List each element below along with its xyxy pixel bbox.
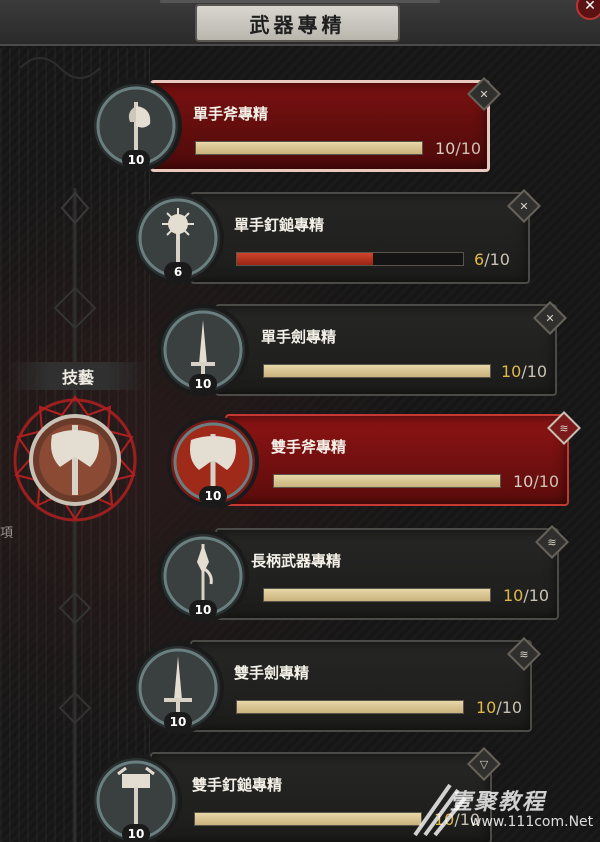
- skill-progress-bar: [236, 700, 464, 714]
- watermark: 壹聚教程 www.111com.Net: [410, 780, 600, 842]
- skill-rank-badge: 10: [122, 824, 150, 842]
- skill-icon-button[interactable]: 10: [88, 752, 184, 842]
- cup-icon: ▽: [479, 757, 489, 771]
- skill-panel[interactable]: 單手釘鎚專精 6/10: [190, 192, 530, 284]
- skill-rank-badge: 6: [164, 262, 192, 282]
- skill-progress-bar: [194, 812, 422, 826]
- skill-name: 單手釘鎚專精: [234, 216, 325, 234]
- close-icon: ✕: [584, 0, 596, 14]
- category-emblem[interactable]: [10, 395, 140, 525]
- skill-name: 單手斧專精: [193, 105, 269, 123]
- skill-icon-button[interactable]: 10: [165, 414, 261, 510]
- skill-progress-fill: [195, 813, 421, 825]
- skill-rank-max: 10: [538, 472, 560, 491]
- skill-panel[interactable]: 單手劍專精 10/10: [215, 304, 557, 396]
- skill-name: 雙手斧專精: [271, 438, 347, 456]
- skill-rank-text: 6/10: [474, 250, 510, 269]
- skill-progress-bar: [263, 588, 491, 602]
- skill-progress-fill: [264, 365, 490, 377]
- wave-icon: ≋: [559, 421, 569, 435]
- skill-icon-button[interactable]: 10: [155, 528, 251, 624]
- skill-icon-button[interactable]: 6: [130, 190, 226, 286]
- skill-rank-current: 10: [503, 586, 524, 605]
- crossed-icon: ✕: [545, 311, 555, 325]
- skill-progress-fill: [196, 142, 422, 154]
- top-banner: 武器專精: [0, 0, 600, 46]
- skill-icon-button[interactable]: 10: [130, 640, 226, 736]
- skill-name: 雙手釘鎚專精: [192, 776, 283, 794]
- skill-rank-text: 10/10: [503, 586, 549, 605]
- skill-rank-text: 10/10: [501, 362, 547, 381]
- watermark-url: www.111com.Net: [470, 814, 594, 830]
- wave-icon: ≋: [547, 535, 557, 549]
- skill-panel[interactable]: 雙手劍專精 10/10: [190, 640, 532, 732]
- skill-icon-button[interactable]: 10: [155, 302, 251, 398]
- skill-panel[interactable]: 長柄武器專精 10/10: [215, 528, 559, 620]
- skill-progress-fill: [264, 589, 490, 601]
- skill-progress-fill: [274, 475, 500, 487]
- skill-rank-current: 10: [513, 472, 534, 491]
- crossed-icon: ✕: [479, 87, 489, 101]
- skill-rank-badge: 10: [122, 150, 150, 170]
- skill-name: 長柄武器專精: [251, 552, 342, 570]
- skill-rank-current: 6: [474, 250, 485, 269]
- skill-progress-fill: [237, 253, 373, 265]
- skill-rank-badge: 10: [189, 374, 217, 394]
- skill-rank-max: 10: [489, 250, 510, 269]
- skill-rank-badge: 10: [164, 712, 192, 732]
- skill-progress-bar: [236, 252, 464, 266]
- skill-rank-max: 10: [528, 586, 550, 605]
- skill-progress-bar: [263, 364, 491, 378]
- skill-rank-max: 10: [501, 698, 523, 717]
- skill-rank-current: 10: [476, 698, 497, 717]
- skill-icon-button[interactable]: 10: [88, 78, 184, 174]
- skill-rank-text: 10/10: [476, 698, 522, 717]
- skill-rank-badge: 10: [189, 600, 217, 620]
- skill-tree-screen: 武器專精 ✕ 技藝 項 單手斧專精 10/10 ✕ 10 單手釘鎚專精 6/10 ✕ 6 單手劍…: [0, 0, 600, 842]
- skill-name: 雙手劍專精: [234, 664, 310, 682]
- skill-rank-current: 10: [501, 362, 522, 381]
- watermark-text: 壹聚教程: [450, 790, 547, 815]
- skill-progress-bar: [195, 141, 423, 155]
- skill-progress-bar: [273, 474, 501, 488]
- skill-category-label: 技藝: [8, 362, 148, 390]
- skill-panel[interactable]: 單手斧專精 10/10: [150, 80, 490, 172]
- wave-icon: ≋: [519, 647, 529, 661]
- skill-rank-current: 10: [435, 139, 456, 158]
- skill-rank-text: 10/10: [513, 472, 559, 491]
- skill-rank-max: 10: [526, 362, 548, 381]
- skill-rank-badge: 10: [199, 486, 227, 506]
- page-title: 武器專精: [195, 4, 400, 42]
- skill-progress-fill: [237, 701, 463, 713]
- skill-rank-max: 10: [460, 139, 482, 158]
- skill-rank-text: 10/10: [435, 139, 481, 158]
- skill-name: 單手劍專精: [261, 328, 337, 346]
- skill-panel[interactable]: 雙手斧專精 10/10: [225, 414, 569, 506]
- emblem-axe-icon: [13, 395, 137, 522]
- crossed-icon: ✕: [519, 199, 529, 213]
